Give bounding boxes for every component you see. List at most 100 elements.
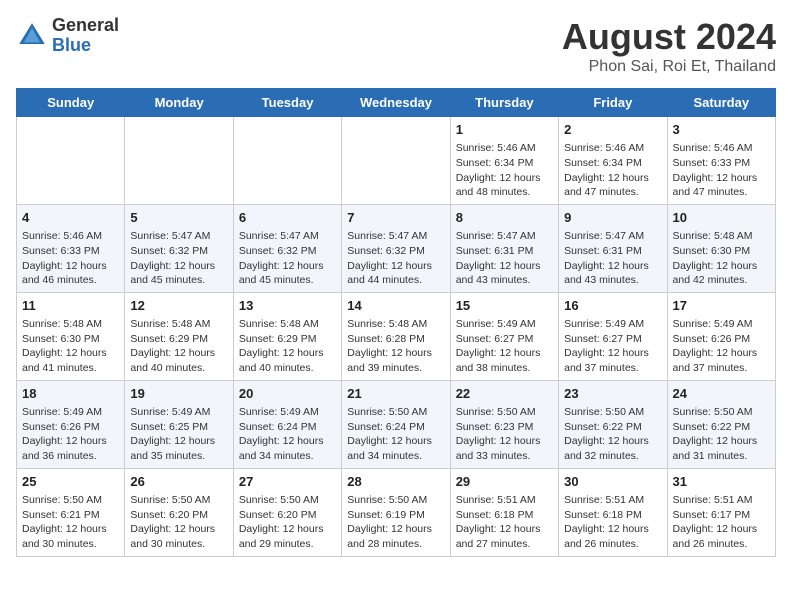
cell-w3-d7: 17Sunrise: 5:49 AMSunset: 6:26 PMDayligh… (667, 292, 775, 380)
day-number: 16 (564, 297, 661, 315)
day-info: Sunset: 6:23 PM (456, 420, 553, 435)
day-info: Daylight: 12 hours and 43 minutes. (456, 259, 553, 288)
day-info: Daylight: 12 hours and 36 minutes. (22, 434, 119, 463)
day-number: 27 (239, 473, 336, 491)
cell-w1-d1 (17, 117, 125, 205)
day-info: Sunrise: 5:48 AM (239, 317, 336, 332)
day-info: Sunrise: 5:48 AM (673, 229, 770, 244)
day-info: Daylight: 12 hours and 28 minutes. (347, 522, 444, 551)
day-info: Sunrise: 5:49 AM (239, 405, 336, 420)
day-info: Sunrise: 5:49 AM (130, 405, 227, 420)
day-number: 28 (347, 473, 444, 491)
day-number: 2 (564, 121, 661, 139)
day-info: Sunset: 6:27 PM (564, 332, 661, 347)
day-number: 1 (456, 121, 553, 139)
cell-w4-d4: 21Sunrise: 5:50 AMSunset: 6:24 PMDayligh… (342, 380, 450, 468)
day-info: Daylight: 12 hours and 34 minutes. (239, 434, 336, 463)
day-info: Daylight: 12 hours and 47 minutes. (564, 171, 661, 200)
day-info: Sunset: 6:34 PM (456, 156, 553, 171)
week-row-5: 25Sunrise: 5:50 AMSunset: 6:21 PMDayligh… (17, 468, 776, 556)
cell-w4-d1: 18Sunrise: 5:49 AMSunset: 6:26 PMDayligh… (17, 380, 125, 468)
cell-w4-d7: 24 Sunrise: 5:50 AMSunset: 6:22 PMDayligh… (667, 380, 775, 468)
week-row-4: 18Sunrise: 5:49 AMSunset: 6:26 PMDayligh… (17, 380, 776, 468)
cell-w3-d4: 14Sunrise: 5:48 AMSunset: 6:28 PMDayligh… (342, 292, 450, 380)
day-info: Sunset: 6:27 PM (456, 332, 553, 347)
day-info: Daylight: 12 hours and 37 minutes. (673, 346, 770, 375)
day-number: 10 (673, 209, 770, 227)
day-info: Daylight: 12 hours and 38 minutes. (456, 346, 553, 375)
day-number: 13 (239, 297, 336, 315)
day-info: Sunrise: 5:46 AM (22, 229, 119, 244)
day-number: 17 (673, 297, 770, 315)
day-info: Sunset: 6:33 PM (22, 244, 119, 259)
day-info: Daylight: 12 hours and 33 minutes. (456, 434, 553, 463)
day-info: Sunrise: 5:46 AM (456, 141, 553, 156)
day-info: Sunset: 6:33 PM (673, 156, 770, 171)
cell-w1-d7: 3Sunrise: 5:46 AMSunset: 6:33 PMDaylight… (667, 117, 775, 205)
day-number: 24 (673, 385, 770, 403)
header-wednesday: Wednesday (342, 89, 450, 117)
calendar-subtitle: Phon Sai, Roi Et, Thailand (562, 58, 776, 76)
day-info: Sunset: 6:22 PM (673, 420, 770, 435)
day-info: Daylight: 12 hours and 40 minutes. (130, 346, 227, 375)
cell-w5-d2: 26Sunrise: 5:50 AMSunset: 6:20 PMDayligh… (125, 468, 233, 556)
day-info: Sunset: 6:29 PM (130, 332, 227, 347)
cell-w2-d3: 6Sunrise: 5:47 AMSunset: 6:32 PMDaylight… (233, 204, 341, 292)
day-info: Sunset: 6:24 PM (347, 420, 444, 435)
week-row-3: 11Sunrise: 5:48 AMSunset: 6:30 PMDayligh… (17, 292, 776, 380)
day-info: Daylight: 12 hours and 30 minutes. (22, 522, 119, 551)
day-number: 8 (456, 209, 553, 227)
day-info: Sunrise: 5:46 AM (564, 141, 661, 156)
day-info: Daylight: 12 hours and 27 minutes. (456, 522, 553, 551)
day-info: Sunrise: 5:48 AM (347, 317, 444, 332)
cell-w5-d1: 25Sunrise: 5:50 AMSunset: 6:21 PMDayligh… (17, 468, 125, 556)
day-info: Daylight: 12 hours and 26 minutes. (673, 522, 770, 551)
cell-w1-d2 (125, 117, 233, 205)
day-info: Daylight: 12 hours and 35 minutes. (130, 434, 227, 463)
day-number: 6 (239, 209, 336, 227)
day-info: Sunset: 6:28 PM (347, 332, 444, 347)
day-info: Sunrise: 5:50 AM (564, 405, 661, 420)
cell-w5-d4: 28Sunrise: 5:50 AMSunset: 6:19 PMDayligh… (342, 468, 450, 556)
cell-w3-d5: 15 Sunrise: 5:49 AMSunset: 6:27 PMDayligh… (450, 292, 558, 380)
day-info: Sunrise: 5:51 AM (564, 493, 661, 508)
cell-w1-d3 (233, 117, 341, 205)
header-monday: Monday (125, 89, 233, 117)
day-info: Daylight: 12 hours and 29 minutes. (239, 522, 336, 551)
day-info: Sunrise: 5:51 AM (456, 493, 553, 508)
day-info: Sunrise: 5:50 AM (673, 405, 770, 420)
day-info: Daylight: 12 hours and 37 minutes. (564, 346, 661, 375)
day-info: Daylight: 12 hours and 32 minutes. (564, 434, 661, 463)
day-info: Sunrise: 5:47 AM (564, 229, 661, 244)
cell-w2-d6: 9Sunrise: 5:47 AMSunset: 6:31 PMDaylight… (559, 204, 667, 292)
day-info: Daylight: 12 hours and 43 minutes. (564, 259, 661, 288)
cell-w2-d7: 10Sunrise: 5:48 AMSunset: 6:30 PMDayligh… (667, 204, 775, 292)
cell-w2-d2: 5Sunrise: 5:47 AMSunset: 6:32 PMDaylight… (125, 204, 233, 292)
day-info: Sunset: 6:30 PM (22, 332, 119, 347)
day-info: Sunset: 6:18 PM (456, 508, 553, 523)
day-info: Sunset: 6:26 PM (22, 420, 119, 435)
day-number: 15 (456, 297, 553, 315)
cell-w1-d4 (342, 117, 450, 205)
header-thursday: Thursday (450, 89, 558, 117)
day-info: Sunrise: 5:48 AM (130, 317, 227, 332)
day-info: Sunrise: 5:50 AM (130, 493, 227, 508)
day-info: Sunset: 6:24 PM (239, 420, 336, 435)
day-info: Sunset: 6:20 PM (130, 508, 227, 523)
day-info: Sunrise: 5:47 AM (239, 229, 336, 244)
day-info: Daylight: 12 hours and 41 minutes. (22, 346, 119, 375)
header-tuesday: Tuesday (233, 89, 341, 117)
day-info: Daylight: 12 hours and 40 minutes. (239, 346, 336, 375)
day-info: Sunset: 6:32 PM (130, 244, 227, 259)
day-number: 29 (456, 473, 553, 491)
cell-w4-d5: 22Sunrise: 5:50 AMSunset: 6:23 PMDayligh… (450, 380, 558, 468)
day-info: Sunrise: 5:49 AM (456, 317, 553, 332)
day-info: Sunrise: 5:50 AM (456, 405, 553, 420)
day-info: Sunset: 6:17 PM (673, 508, 770, 523)
day-info: Daylight: 12 hours and 31 minutes. (673, 434, 770, 463)
day-info: Sunset: 6:30 PM (673, 244, 770, 259)
day-info: Sunset: 6:18 PM (564, 508, 661, 523)
calendar-body: 1Sunrise: 5:46 AMSunset: 6:34 PMDaylight… (17, 117, 776, 557)
cell-w5-d6: 30Sunrise: 5:51 AMSunset: 6:18 PMDayligh… (559, 468, 667, 556)
day-info: Sunrise: 5:46 AM (673, 141, 770, 156)
